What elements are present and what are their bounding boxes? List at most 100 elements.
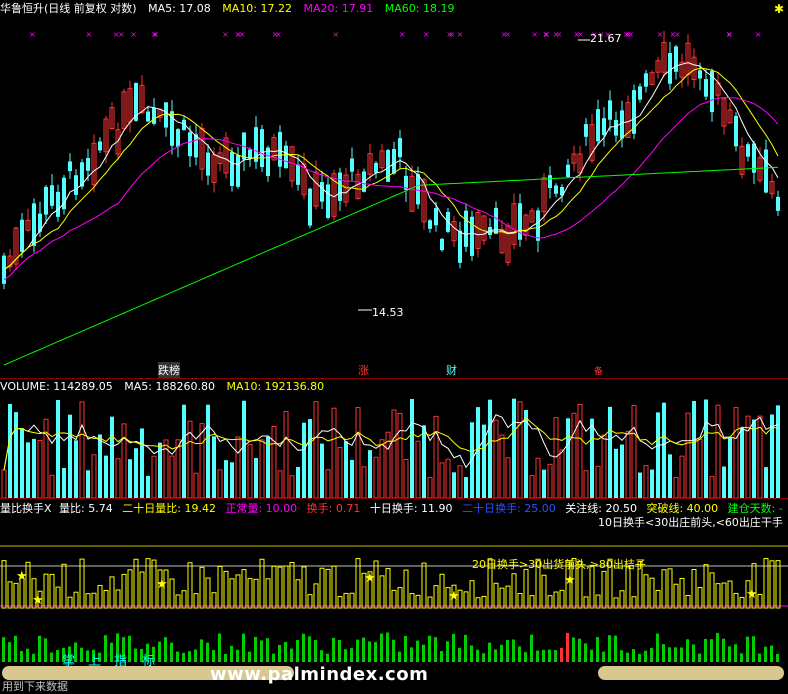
volume-bar xyxy=(740,427,744,498)
volume-bar xyxy=(553,417,559,498)
volume-bar xyxy=(379,439,385,498)
candle-body xyxy=(644,73,648,87)
turnover-bar xyxy=(127,569,133,609)
turnover-bar xyxy=(217,565,223,609)
turnover-bar xyxy=(775,560,781,609)
volume-bar xyxy=(79,401,85,498)
volume-bar xyxy=(91,454,97,498)
build-bar xyxy=(8,642,11,662)
price-panel[interactable]: 华鲁恒升(日线 前复权 对数) MA5: 17.08 MA10: 17.22 M… xyxy=(0,0,788,378)
build-bar xyxy=(38,635,41,662)
event-marker-2[interactable]: 涨 xyxy=(358,362,369,378)
volume-bar xyxy=(104,455,108,498)
turnover-bar xyxy=(421,562,427,609)
build-bar xyxy=(362,637,365,662)
palm-pill-right xyxy=(598,666,784,680)
event-marker-1[interactable]: 跌榜 xyxy=(158,362,180,378)
signal-mark: × xyxy=(151,30,158,39)
build-bar xyxy=(692,644,695,662)
volume-chart[interactable] xyxy=(0,378,788,498)
event-marker-4[interactable]: 备 xyxy=(594,364,603,377)
candle-body xyxy=(620,110,624,139)
volume-bar xyxy=(62,468,66,498)
volume-panel[interactable]: VOLUME: 114289.05 MA5: 188260.80 MA10: 1… xyxy=(0,378,788,498)
turnover-bar xyxy=(103,590,109,609)
volume-bar xyxy=(685,412,691,498)
build-bar xyxy=(542,649,545,662)
turnover-bar xyxy=(199,566,205,609)
turnover-bar xyxy=(691,568,697,609)
build-bar xyxy=(620,650,623,662)
build-bar xyxy=(656,633,659,662)
build-bar xyxy=(182,652,185,662)
build-bar xyxy=(686,639,689,662)
candle-body xyxy=(608,100,612,120)
volume-bar xyxy=(590,418,594,498)
build-bar xyxy=(308,636,311,662)
build-bar xyxy=(494,649,497,662)
candlestick-chart[interactable]: ×× ××× ×× ×× ×× ×× ×× × ×× ××××× × × × ×××× ×× ×× ×× ×× ×× xyxy=(0,0,788,378)
watermark: www.palmindex.com xyxy=(210,664,429,685)
candle-body xyxy=(278,131,282,167)
volume-bar xyxy=(182,404,186,498)
build-bar xyxy=(422,644,425,662)
turnover-bar xyxy=(13,582,19,609)
volume-bar xyxy=(673,476,679,498)
volume-bar xyxy=(224,460,228,498)
candle-body xyxy=(392,149,396,174)
build-bar xyxy=(710,639,713,662)
volume-bar xyxy=(476,407,480,498)
build-bar xyxy=(674,647,677,662)
candle-body xyxy=(74,175,78,195)
volume-bar xyxy=(331,407,337,498)
event-marker-3[interactable]: 财 xyxy=(446,362,457,378)
build-bar xyxy=(458,647,461,662)
star-icon: ★ xyxy=(16,569,28,584)
build-bar xyxy=(488,642,491,662)
turnover-bar xyxy=(667,568,673,609)
turnover-bar xyxy=(205,577,211,609)
build-bar xyxy=(296,639,299,662)
turnover-bar xyxy=(121,573,127,609)
candle-body xyxy=(518,203,522,240)
build-bar xyxy=(134,648,137,662)
volume-bar xyxy=(128,459,132,498)
signal-mark: × xyxy=(456,30,463,39)
volume-bar xyxy=(247,444,253,498)
candle-body xyxy=(50,185,54,206)
volume-bar xyxy=(26,442,30,498)
build-bar xyxy=(200,639,203,662)
star-icon: ★ xyxy=(746,587,758,602)
volume-bar xyxy=(752,419,756,498)
turnover-bar xyxy=(403,569,409,609)
turnover-bar xyxy=(727,580,733,609)
candle-body xyxy=(764,149,768,193)
turnover-bar xyxy=(655,589,661,609)
candle-body xyxy=(440,238,444,251)
build-bar xyxy=(566,632,569,662)
build-bar xyxy=(416,640,419,662)
build-bar xyxy=(578,638,581,662)
low-price-label: 14.53 xyxy=(372,306,404,319)
volume-bar xyxy=(559,449,565,498)
signal-mark: × xyxy=(504,30,511,39)
volume-bar xyxy=(638,472,642,498)
build-bar xyxy=(650,648,653,662)
build-bar xyxy=(194,649,197,662)
candle-body xyxy=(176,129,180,147)
turnover-bar xyxy=(643,574,649,609)
volume-bar xyxy=(115,458,121,498)
turnover-bar xyxy=(79,558,85,609)
build-bar xyxy=(470,645,473,662)
volume-bar xyxy=(709,475,715,498)
turnover-bar xyxy=(271,565,277,609)
volume-bar xyxy=(697,438,703,498)
candle-body xyxy=(602,118,606,136)
volume-bar xyxy=(289,475,295,498)
volume-bar xyxy=(704,399,708,498)
volume-bar xyxy=(110,416,114,498)
turnover-bar xyxy=(139,571,145,609)
volume-bar xyxy=(728,437,732,498)
build-bar xyxy=(464,634,467,662)
volume-bar xyxy=(733,407,739,498)
